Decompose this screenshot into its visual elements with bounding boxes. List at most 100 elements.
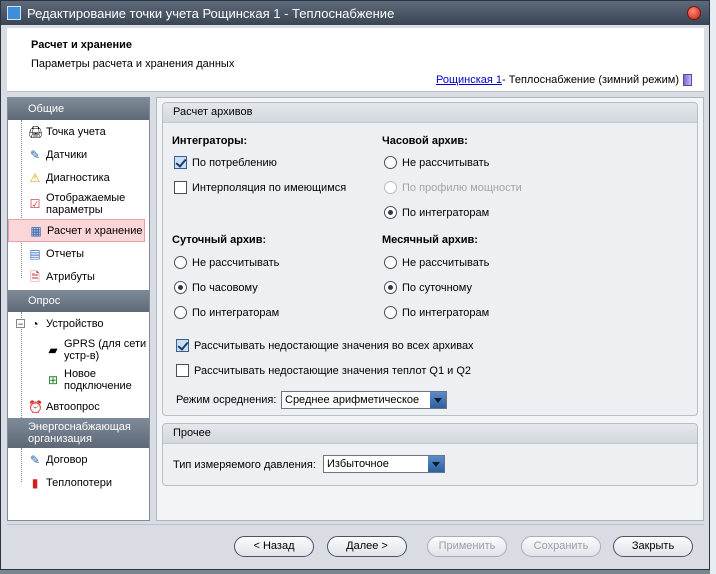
footer-divider bbox=[7, 524, 704, 525]
radio-label: По суточному bbox=[402, 281, 472, 294]
pressure-type-select[interactable]: Избыточное bbox=[323, 455, 445, 473]
radio-disabled[interactable] bbox=[384, 181, 397, 194]
sidebar-item-displayed-params[interactable]: ☑ Отображаемые параметры bbox=[8, 189, 149, 219]
hourly-none-radio[interactable]: Не рассчитывать bbox=[384, 156, 489, 169]
radio-off[interactable] bbox=[174, 256, 187, 269]
next-button[interactable]: Далее > bbox=[327, 536, 407, 557]
radio-on[interactable] bbox=[174, 281, 187, 294]
sidebar-item-device[interactable]: − ◔ Устройство bbox=[8, 312, 149, 335]
content-panel: Расчет архивов Интеграторы: По потреблен… bbox=[156, 97, 704, 521]
apply-button[interactable]: Применить bbox=[427, 536, 507, 557]
sidebar-item-label: Датчики bbox=[46, 148, 88, 161]
sidebar-item-sensors[interactable]: ✎ Датчики bbox=[8, 143, 149, 166]
sidebar-item-gprs[interactable]: ▰ GPRS (для сети устр-в) bbox=[8, 335, 149, 365]
checkbox-label: Интерполяция по имеющимся bbox=[192, 181, 347, 194]
sidebar-item-heat-loss[interactable]: ▮ Теплопотери bbox=[8, 471, 149, 494]
sidebar: Общие 🖨 Точка учета ✎ Датчики ⚠ Диагност… bbox=[7, 97, 150, 521]
group-title: Расчет архивов bbox=[163, 103, 697, 123]
sidebar-item-label: Диагностика bbox=[46, 171, 110, 184]
radio-on[interactable] bbox=[384, 206, 397, 219]
sidebar-item-calc-storage[interactable]: ▦ Расчет и хранение bbox=[8, 219, 145, 242]
integrators-label: Интеграторы: bbox=[172, 135, 248, 147]
radio-label: По интеграторам bbox=[192, 306, 280, 319]
checkbox-label: По потреблению bbox=[192, 156, 277, 169]
calc-missing-q-checkbox[interactable]: Рассчитывать недостающие значения теплот… bbox=[176, 364, 471, 377]
dialog-window: Редактирование точки учета Рощинская 1 -… bbox=[0, 0, 710, 570]
sidebar-item-label: Новое подключение bbox=[64, 368, 132, 392]
checkbox-checked[interactable] bbox=[174, 156, 187, 169]
monthly-by-daily-radio[interactable]: По суточному bbox=[384, 281, 472, 294]
chevron-down-icon[interactable] bbox=[428, 456, 444, 472]
radio-off[interactable] bbox=[384, 256, 397, 269]
monthly-integrators-radio[interactable]: По интеграторам bbox=[384, 306, 489, 319]
checkbox-label: Рассчитывать недостающие значения теплот… bbox=[194, 364, 472, 377]
breadcrumb: Рощинская 1 - Теплоснабжение (зимний реж… bbox=[436, 74, 692, 86]
bookmark-icon[interactable] bbox=[683, 74, 692, 86]
daily-archive-label: Суточный архив: bbox=[172, 234, 267, 246]
calc-missing-all-checkbox[interactable]: Рассчитывать недостающие значения во все… bbox=[176, 339, 474, 352]
close-window-icon[interactable] bbox=[687, 6, 701, 20]
device-gauge-icon: ◔ bbox=[31, 316, 39, 331]
title-bar: Редактирование точки учета Рощинская 1 -… bbox=[1, 1, 709, 25]
sidebar-item-diagnostics[interactable]: ⚠ Диагностика bbox=[8, 166, 149, 189]
radio-off[interactable] bbox=[174, 306, 187, 319]
page-subtitle: Параметры расчета и хранения данных bbox=[31, 58, 235, 70]
sidebar-item-attributes[interactable]: 🗎 Атрибуты bbox=[8, 265, 149, 288]
sidebar-item-label: Автоопрос bbox=[46, 400, 100, 413]
checklist-icon: ☑ bbox=[29, 197, 41, 211]
hourly-power-profile-radio[interactable]: По профилю мощности bbox=[384, 181, 522, 194]
averaging-mode-label: Режим осреднения: bbox=[176, 394, 277, 406]
sidebar-group-polling[interactable]: Опрос bbox=[8, 290, 149, 312]
radio-label: По часовому bbox=[192, 281, 258, 294]
window-title: Редактирование точки учета Рощинская 1 -… bbox=[27, 5, 395, 21]
radio-label: По интеграторам bbox=[402, 206, 490, 219]
sidebar-item-label: Теплопотери bbox=[46, 476, 112, 489]
chevron-down-icon[interactable] bbox=[430, 392, 446, 408]
sidebar-item-label: Атрибуты bbox=[46, 270, 95, 283]
radio-off[interactable] bbox=[384, 306, 397, 319]
pencil-sensor-icon: ✎ bbox=[29, 147, 41, 162]
monthly-none-radio[interactable]: Не рассчитывать bbox=[384, 256, 489, 269]
sidebar-group-general[interactable]: Общие bbox=[8, 98, 149, 120]
hourly-integrators-radio[interactable]: По интеграторам bbox=[384, 206, 489, 219]
breadcrumb-text: - Теплоснабжение (зимний режим) bbox=[502, 74, 679, 86]
warning-icon: ⚠ bbox=[29, 170, 41, 185]
radio-on[interactable] bbox=[384, 281, 397, 294]
by-consumption-checkbox[interactable]: По потреблению bbox=[174, 156, 277, 169]
sidebar-group-energy-org[interactable]: Энергоснабжающая организация bbox=[8, 418, 149, 448]
sidebar-item-contract[interactable]: ✎ Договор bbox=[8, 448, 149, 471]
calculator-icon: ▦ bbox=[30, 223, 42, 238]
collapse-icon[interactable]: − bbox=[16, 319, 25, 329]
select-value: Среднее арифметическое bbox=[285, 394, 420, 406]
daily-none-radio[interactable]: Не рассчитывать bbox=[174, 256, 279, 269]
back-button[interactable]: < Назад bbox=[234, 536, 314, 557]
select-value: Избыточное bbox=[327, 458, 389, 470]
save-button[interactable]: Сохранить bbox=[521, 536, 601, 557]
averaging-mode-select[interactable]: Среднее арифметическое bbox=[281, 391, 447, 409]
attributes-icon: 🗎 bbox=[30, 269, 40, 284]
checkbox-unchecked[interactable] bbox=[174, 181, 187, 194]
sidebar-item-label: Устройство bbox=[46, 317, 104, 330]
radio-label: По интеграторам bbox=[402, 306, 490, 319]
daily-by-hourly-radio[interactable]: По часовому bbox=[174, 281, 258, 294]
pressure-type-label: Тип измеряемого давления: bbox=[173, 459, 316, 471]
group-title: Прочее bbox=[163, 424, 697, 444]
interpolation-checkbox[interactable]: Интерполяция по имеющимся bbox=[174, 181, 346, 194]
sidebar-item-label: Отчеты bbox=[46, 247, 85, 260]
breadcrumb-link[interactable]: Рощинская 1 bbox=[436, 74, 502, 86]
radio-label: Не рассчитывать bbox=[402, 256, 490, 269]
daily-integrators-radio[interactable]: По интеграторам bbox=[174, 306, 279, 319]
sidebar-item-autopoll[interactable]: ⏰ Автоопрос bbox=[8, 395, 149, 418]
radio-off[interactable] bbox=[384, 156, 397, 169]
hourly-archive-label: Часовой архив: bbox=[382, 135, 468, 147]
close-button[interactable]: Закрыть bbox=[613, 536, 693, 557]
fire-extinguisher-icon: ▮ bbox=[31, 475, 39, 490]
report-icon: ▤ bbox=[29, 246, 41, 261]
sidebar-item-new-connection[interactable]: ⊞ Новое подключение bbox=[8, 365, 149, 395]
sidebar-item-reports[interactable]: ▤ Отчеты bbox=[8, 242, 149, 265]
checkbox-unchecked[interactable] bbox=[176, 364, 189, 377]
checkbox-label: Рассчитывать недостающие значения во все… bbox=[194, 339, 474, 352]
checkbox-checked[interactable] bbox=[176, 339, 189, 352]
sidebar-item-metering-point[interactable]: 🖨 Точка учета bbox=[8, 120, 149, 143]
archive-calc-group: Расчет архивов Интеграторы: По потреблен… bbox=[162, 102, 698, 416]
